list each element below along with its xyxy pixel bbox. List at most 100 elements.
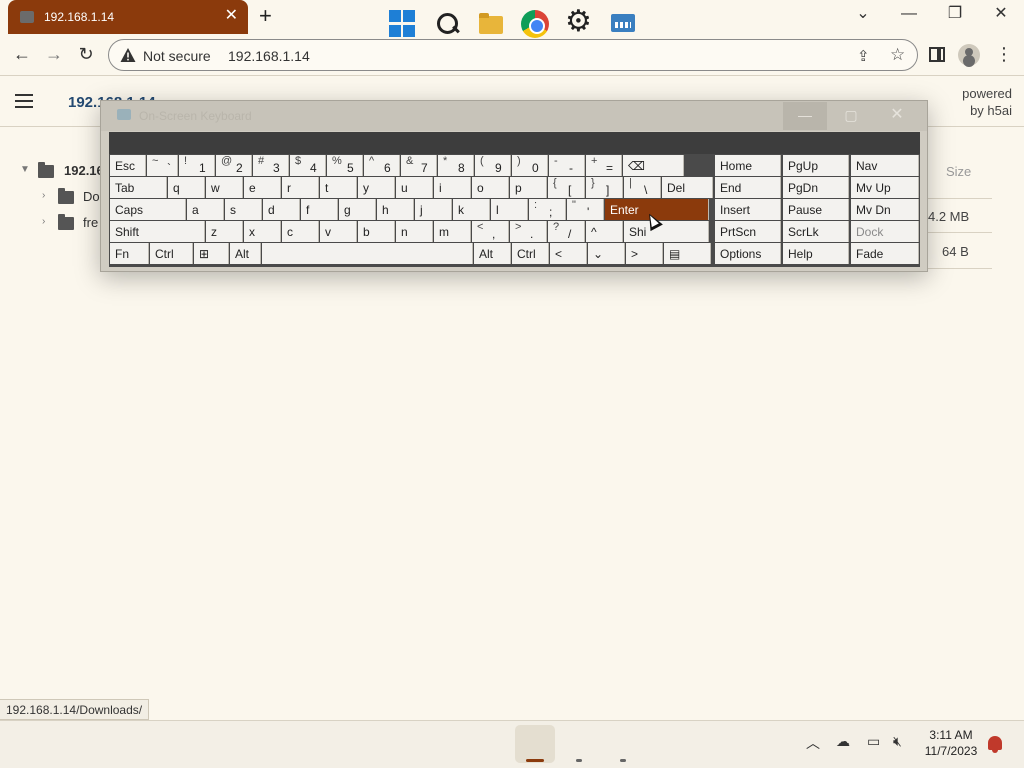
osk-nav-key[interactable]: Dock [851,221,919,242]
powered-by-link[interactable]: powered by h5ai [962,85,1012,119]
osk-nav-key[interactable]: PrtScn [715,221,781,242]
osk-key[interactable]: | \ [624,177,661,198]
osk-key[interactable]: u [396,177,433,198]
osk-key[interactable]: p [510,177,547,198]
osk-key[interactable]: h [377,199,414,220]
chevron-right-icon[interactable]: › [42,216,45,227]
osk-key[interactable]: q [168,177,205,198]
osk-key[interactable]: ⊞ [194,243,229,264]
osk-key[interactable]: w [206,177,243,198]
osk-nav-key[interactable]: End [715,177,781,198]
osk-key[interactable]: o [472,177,509,198]
osk-key[interactable]: b [358,221,395,242]
osk-key[interactable]: ^ [586,221,623,242]
osk-key[interactable]: ? / [548,221,585,242]
osk-minimize-button[interactable]: — [783,102,827,130]
chrome-icon[interactable] [521,10,549,38]
osk-key[interactable]: i [434,177,471,198]
osk-key[interactable]: * 8 [438,155,474,176]
osk-key[interactable]: d [263,199,300,220]
share-icon[interactable]: ⇪ [857,47,870,65]
back-arrow-icon[interactable]: ← [10,43,34,65]
bookmark-star-icon[interactable]: ☆ [890,45,905,65]
onedrive-cloud-icon[interactable]: ☁ [836,733,850,750]
osk-key[interactable]: ▤ [664,243,711,264]
osk-key[interactable]: ^ 6 [364,155,400,176]
browser-menu-icon[interactable]: ⋮ [995,43,1013,65]
osk-nav-key[interactable]: Home [715,155,781,176]
osk-key[interactable]: ! 1 [179,155,215,176]
osk-key[interactable]: % 5 [327,155,363,176]
address-bar[interactable]: Not secure 192.168.1.14 ⇪ ☆ [108,39,918,71]
osk-key[interactable]: ⌫ [623,155,684,176]
osk-nav-key[interactable]: Nav [851,155,919,176]
osk-key[interactable]: ) 0 [512,155,548,176]
osk-nav-key[interactable]: Fade [851,243,919,264]
osk-key[interactable]: <, [472,221,509,242]
notification-bell-icon[interactable] [988,736,1002,753]
osk-key[interactable]: y [358,177,395,198]
osk-key[interactable] [262,243,473,264]
osk-key[interactable]: Esc [110,155,146,176]
osk-key[interactable]: e [244,177,281,198]
side-panel-icon[interactable] [929,47,945,62]
tray-chevron-up-icon[interactable]: ︿ [806,733,820,753]
osk-key[interactable]: >. [510,221,547,242]
osk-close-button[interactable]: ✕ [875,102,919,130]
window-close-button[interactable]: ✕ [986,4,1016,24]
osk-nav-key[interactable]: Mv Up [851,177,919,198]
osk-key[interactable]: k [453,199,490,220]
osk-key[interactable]: ~ ` [147,155,178,176]
osk-nav-key[interactable]: ScrLk [783,221,849,242]
osk-nav-key[interactable]: PgUp [783,155,849,176]
file-explorer-icon[interactable] [477,10,505,38]
osk-key[interactable]: z [206,221,243,242]
reload-icon[interactable]: ↻ [74,43,98,65]
osk-key[interactable]: s [225,199,262,220]
hamburger-menu-icon[interactable] [15,94,33,108]
osk-nav-key[interactable]: Mv Dn [851,199,919,220]
osk-key[interactable]: Tab [110,177,167,198]
profile-avatar-icon[interactable] [958,44,980,66]
osk-key[interactable]: x [244,221,281,242]
osk-key[interactable]: $4 [290,155,326,176]
settings-gear-icon[interactable] [565,6,593,38]
osk-key[interactable]: -- [549,155,585,176]
osk-key[interactable]: " ' [567,199,604,220]
osk-nav-key[interactable]: Insert [715,199,781,220]
chevron-down-icon[interactable]: ▼ [20,164,30,175]
osk-titlebar[interactable]: On-Screen Keyboard — ▢ ✕ [101,101,927,131]
osk-key[interactable]: n [396,221,433,242]
osk-key[interactable]: c [282,221,319,242]
osk-key[interactable]: {[ [548,177,585,198]
new-tab-button[interactable]: + [259,4,272,28]
osk-key[interactable]: < [550,243,587,264]
osk-key[interactable]: Shi [624,221,709,242]
osk-key[interactable]: ⌄ [588,243,625,264]
osk-key[interactable]: > [626,243,663,264]
size-column-header[interactable]: Size [946,164,971,179]
osk-nav-key[interactable]: Options [715,243,781,264]
search-icon[interactable] [434,10,462,38]
window-restore-button[interactable]: ❐ [940,4,970,24]
osk-key[interactable]: g [339,199,376,220]
osk-key[interactable]: f [301,199,338,220]
osk-maximize-button[interactable]: ▢ [829,102,873,130]
osk-key[interactable]: Caps [110,199,186,220]
osk-nav-key[interactable]: Pause [783,199,849,220]
osk-key[interactable]: r [282,177,319,198]
osk-key[interactable]: }] [586,177,623,198]
osk-key[interactable]: & 7 [401,155,437,176]
osk-key[interactable]: a [187,199,224,220]
tab-close-icon[interactable]: ✕ [225,7,238,25]
tab-search-chevron-icon[interactable]: ⌄ [848,4,878,24]
security-status-label[interactable]: Not secure [143,48,211,64]
osk-key[interactable]: Alt [474,243,511,264]
osk-key[interactable]: Alt [230,243,261,264]
chevron-right-icon[interactable]: › [42,190,45,201]
osk-key[interactable]: (9 [475,155,511,176]
osk-key[interactable]: Ctrl [150,243,193,264]
osk-key[interactable]: #3 [253,155,289,176]
osk-key[interactable]: v [320,221,357,242]
osk-key[interactable]: Del [662,177,713,198]
